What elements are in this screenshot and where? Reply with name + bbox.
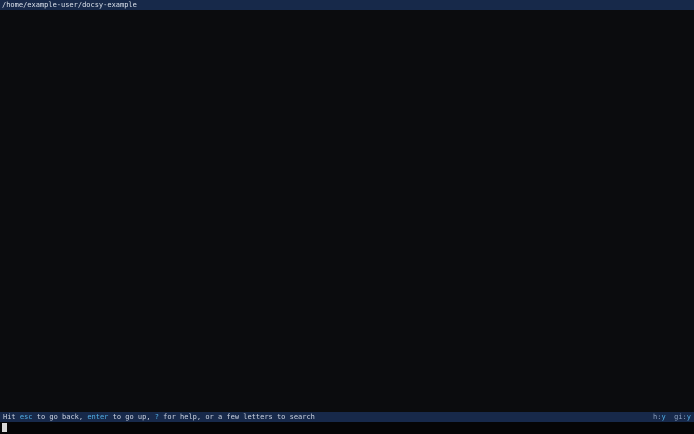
tree-row[interactable]: 2021/08/14 19:22 rwxr-xr-x example-user … xyxy=(0,85,694,93)
tree-row[interactable]: 2021/08/14 19:22 rw-r--r-- example-user … xyxy=(0,191,694,199)
tree-row[interactable]: 2021/08/14 19:22 rwxr-xr-x example-user … xyxy=(0,134,694,142)
status-text: to go back, xyxy=(32,413,88,421)
status-text: to go up, xyxy=(108,413,155,421)
tree-row[interactable]: 2021/08/14 19:22 rw-r--r-- example-user … xyxy=(0,330,694,338)
tree-row[interactable]: │ └── 2 unlisted xyxy=(0,306,694,314)
tree-row[interactable]: 2021/08/14 19:22 rwxr-xr-x example-user … xyxy=(0,11,694,19)
flag-gi: gi:y xyxy=(674,413,691,421)
tree-row[interactable]: 2021/08/15 16:32 rw-r--r-- example-user … xyxy=(0,224,694,232)
tree-row[interactable]: 2021/08/14 19:22 rwxr-xr-x example-user … xyxy=(0,404,694,412)
tree-row[interactable]: 2021/08/14 19:22 rwxr-xr-x example-user … xyxy=(0,322,694,330)
tree-row[interactable]: 2021/08/14 19:22 rw-r--r-- example-user … xyxy=(0,199,694,207)
status-bar: Hit esc to go back, enter to go up, ? fo… xyxy=(0,412,694,422)
tree-row[interactable]: 2021/08/14 19:22 rw-r--r-- example-user … xyxy=(0,298,694,306)
tree-row[interactable]: 2021/08/14 19:22 rw-r--r-- example-user … xyxy=(0,355,694,363)
tree-row[interactable]: 2021/08/14 19:22 rwxr-xr-x example-user … xyxy=(0,175,694,183)
tree-row[interactable]: 2021/08/14 19:22 rw-r--r-- example-user … xyxy=(0,36,694,44)
status-text: Hit xyxy=(3,413,20,421)
tree-row[interactable]: │ │ └── 10 unlisted xyxy=(0,68,694,76)
tree-row[interactable]: 2021/08/14 19:22 rw-r--r-- example-user … xyxy=(0,273,694,281)
flag-h: h:y xyxy=(653,413,666,421)
status-key-hint: esc xyxy=(19,413,33,421)
tree-row[interactable]: 2021/08/14 19:22 rwxr-xr-x example-user … xyxy=(0,347,694,355)
tree-row[interactable]: 2021/08/14 19:22 rwxr-xr-x example-user … xyxy=(0,289,694,297)
tree-row[interactable]: 2021/08/14 19:22 rw-r--r-- example-user … xyxy=(0,109,694,117)
tree-row[interactable]: 2021/08/14 19:22 rw-r--r-- example-user … xyxy=(0,183,694,191)
status-message: Hit esc to go back, enter to go up, ? fo… xyxy=(3,412,315,422)
text-cursor xyxy=(2,423,7,432)
tree-row[interactable]: 2021/08/14 19:22 rw-r--r-- example-user … xyxy=(0,371,694,379)
tree-row[interactable]: 2021/08/14 19:22 rw-r--r-- example-user … xyxy=(0,339,694,347)
tree-row[interactable]: 2021/08/14 19:22 rw-r--r-- example-user … xyxy=(0,27,694,35)
tree-row[interactable]: │ │ └── 6 unlisted xyxy=(0,257,694,265)
tree-row[interactable]: 2021/08/14 19:22 rwxr-xr-x example-user … xyxy=(0,19,694,27)
status-key-hint: enter xyxy=(87,413,109,421)
file-tree: 2021/08/14 19:22 rwxr-xr-x example-user … xyxy=(0,10,694,412)
status-flags: h:y gi:y xyxy=(653,412,691,422)
tree-row[interactable]: 2021/08/14 19:22 rw-r--r-- example-user … xyxy=(0,44,694,52)
tree-row[interactable]: 2021/08/14 19:22 rw-r--r-- example-user … xyxy=(0,314,694,322)
tree-row[interactable]: │ └── 3 unlisted xyxy=(0,167,694,175)
tree-row[interactable]: 2021/08/14 19:22 rwxr-xr-x example-user … xyxy=(0,52,694,60)
tree-row[interactable]: 2021/08/14 19:22 rwxr-xr-x example-user … xyxy=(0,265,694,273)
tree-row[interactable]: 2021/08/15 16:32 rwxr-xr-x example-user … xyxy=(0,240,694,248)
broot-terminal: /home/example-user/docsy-example 2021/08… xyxy=(0,0,694,434)
tree-row[interactable]: 2021/08/14 19:22 rw-r--r-- example-user … xyxy=(0,248,694,256)
root-path-bar[interactable]: /home/example-user/docsy-example xyxy=(0,0,694,10)
tree-row[interactable]: 2021/08/14 19:22 rw-r--r-- example-user … xyxy=(0,379,694,387)
tree-row[interactable]: 2021/08/14 19:22 rwxr-xr-x example-user … xyxy=(0,60,694,68)
tree-row[interactable]: 2021/08/14 19:22 rwxr-xr-x example-user … xyxy=(0,142,694,150)
tree-row[interactable]: 2021/08/14 19:22 rw-r--r-- example-user … xyxy=(0,388,694,396)
tree-row[interactable]: 2021/08/14 19:22 rwxr-xr-x example-user … xyxy=(0,216,694,224)
tree-row[interactable]: 2021/08/15 16:37 rwxr-xr-x example-user … xyxy=(0,232,694,240)
tree-row[interactable]: 2021/08/14 19:22 rwxr-xr-x example-user … xyxy=(0,126,694,134)
tree-row[interactable]: 2021/08/14 19:22 rw-r--r-- example-user … xyxy=(0,150,694,158)
search-input[interactable] xyxy=(0,422,694,434)
status-text: for help, or a few letters to search xyxy=(158,413,315,421)
tree-row[interactable]: 2021/08/14 19:22 rwxr-xr-x example-user … xyxy=(0,208,694,216)
tree-row[interactable]: 2021/08/14 19:22 rwxr-xr-x example-user … xyxy=(0,158,694,166)
tree-row[interactable]: 2021/08/14 19:22 rw-r--r-- example-user … xyxy=(0,77,694,85)
tree-row[interactable]: │ │ └── 2 unlisted xyxy=(0,281,694,289)
tree-row[interactable]: 2021/08/14 19:22 rwxr-xr-x example-user … xyxy=(0,396,694,404)
tree-row[interactable]: 2021/08/14 19:22 rw-r--r-- example-user … xyxy=(0,363,694,371)
tree-row[interactable]: 2021/08/14 19:22 rw-r--r-- example-user … xyxy=(0,93,694,101)
tree-row[interactable]: 2021/08/14 19:22 rwxr-xr-x example-user … xyxy=(0,117,694,125)
tree-row[interactable]: 2021/08/14 19:22 rwxr-xr-x example-user … xyxy=(0,101,694,109)
